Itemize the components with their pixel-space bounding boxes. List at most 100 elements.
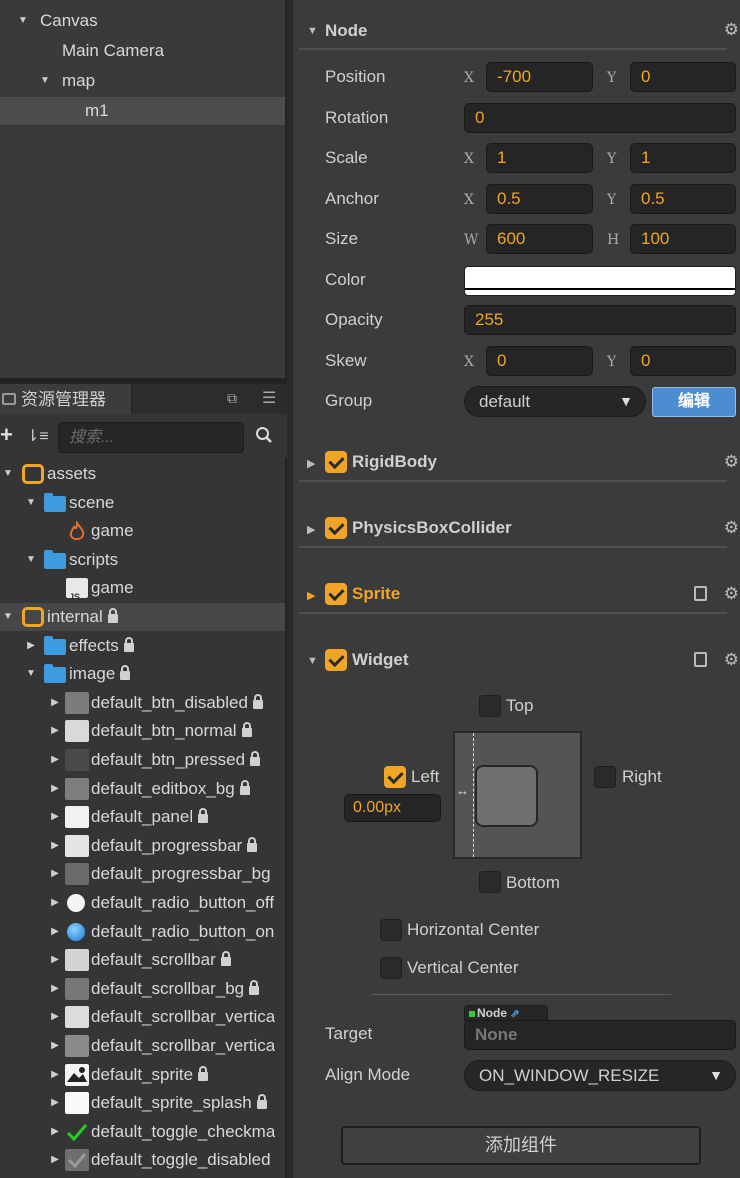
target-field[interactable]: None: [464, 1020, 736, 1050]
expand-arrow-icon[interactable]: ▶: [49, 1003, 61, 1031]
asset-item[interactable]: ▼ internal: [0, 603, 285, 631]
asset-item[interactable]: ▶ default_progressbar_bg: [0, 860, 285, 888]
sort-icon[interactable]: ⇂≡: [26, 426, 49, 446]
skew-x-field[interactable]: 0: [486, 346, 593, 376]
rigidbody-section-header[interactable]: ▶ RigidBody ⚙: [299, 448, 739, 484]
expand-arrow-icon[interactable]: ▶: [49, 1061, 61, 1089]
rigidbody-enabled-checkbox[interactable]: [325, 451, 347, 473]
collapse-arrow-icon[interactable]: ▼: [307, 655, 318, 667]
asset-item[interactable]: ▶ default_scrollbar: [0, 946, 285, 974]
hierarchy-item-m1[interactable]: m1: [0, 97, 285, 125]
expand-arrow-icon[interactable]: ▶: [49, 860, 61, 888]
menu-icon[interactable]: ☰: [262, 388, 276, 408]
asset-item[interactable]: ▶ effects: [0, 632, 285, 660]
asset-item[interactable]: ▶ default_progressbar: [0, 832, 285, 860]
position-y-field[interactable]: 0: [630, 62, 736, 92]
asset-item[interactable]: ▼ scripts: [0, 546, 285, 574]
create-asset-icon[interactable]: +: [0, 422, 13, 448]
gear-icon[interactable]: ⚙: [724, 584, 739, 604]
asset-item[interactable]: ▶ default_panel: [0, 803, 285, 831]
size-w-field[interactable]: 600: [486, 224, 593, 254]
widget-left-value-field[interactable]: 0.00px: [344, 794, 441, 822]
popout-icon[interactable]: ⧉: [227, 390, 237, 407]
asset-item[interactable]: ▶ default_scrollbar_vertica: [0, 1032, 285, 1060]
color-swatch[interactable]: [464, 266, 736, 296]
asset-item[interactable]: ▶ default_toggle_disabled: [0, 1146, 285, 1174]
expand-arrow-icon[interactable]: ▶: [49, 918, 61, 946]
gear-icon[interactable]: ⚙: [724, 518, 739, 538]
expand-arrow-icon[interactable]: ▶: [49, 1146, 61, 1174]
asset-item[interactable]: ▶ default_sprite: [0, 1061, 285, 1089]
physicsboxcollider-section-header[interactable]: ▶ PhysicsBoxCollider ⚙: [299, 514, 739, 550]
group-select[interactable]: default ▼: [464, 386, 646, 417]
widget-section-header[interactable]: ▼ Widget ⚙: [299, 646, 739, 682]
asset-item[interactable]: ▶ default_radio_button_on: [0, 918, 285, 946]
expand-arrow-icon[interactable]: ▶: [49, 975, 61, 1003]
gear-icon[interactable]: ⚙: [724, 650, 739, 670]
expand-arrow-icon[interactable]: ▶: [307, 523, 315, 536]
collapse-arrow-icon[interactable]: ▼: [25, 546, 37, 574]
asset-item[interactable]: ▶ default_toggle_checkma: [0, 1118, 285, 1146]
widget-vertical-center-checkbox[interactable]: [380, 957, 402, 979]
search-icon[interactable]: [255, 426, 273, 444]
scale-y-field[interactable]: 1: [630, 143, 736, 173]
edit-group-button[interactable]: 编辑: [652, 387, 736, 417]
widget-bottom-checkbox[interactable]: [479, 871, 501, 893]
widget-top-checkbox[interactable]: [479, 695, 501, 717]
expand-arrow-icon[interactable]: ▶: [49, 832, 61, 860]
expand-arrow-icon[interactable]: ▶: [49, 746, 61, 774]
node-section-header[interactable]: ▼ Node ⚙: [299, 14, 739, 50]
asset-item[interactable]: ▶ default_scrollbar_bg: [0, 975, 285, 1003]
collapse-arrow-icon[interactable]: ▼: [25, 489, 37, 517]
expand-arrow-icon[interactable]: ▶: [49, 946, 61, 974]
add-component-button[interactable]: 添加组件: [341, 1126, 701, 1165]
expand-arrow-icon[interactable]: ▼: [38, 67, 52, 95]
expand-arrow-icon[interactable]: ▶: [307, 457, 315, 470]
align-mode-select[interactable]: ON_WINDOW_RESIZE ▼: [464, 1060, 736, 1091]
expand-arrow-icon[interactable]: ▶: [49, 689, 61, 717]
sprite-enabled-checkbox[interactable]: [325, 583, 347, 605]
asset-item[interactable]: JS game: [0, 574, 285, 602]
help-book-icon[interactable]: [694, 652, 707, 667]
widget-horizontal-center-checkbox[interactable]: [380, 919, 402, 941]
scale-x-field[interactable]: 1: [486, 143, 593, 173]
asset-item[interactable]: ▼ image: [0, 660, 285, 688]
expand-arrow-icon[interactable]: ▶: [49, 717, 61, 745]
collapse-arrow-icon[interactable]: ▼: [307, 25, 318, 37]
rotation-field[interactable]: 0: [464, 103, 736, 133]
collapse-arrow-icon[interactable]: ▼: [2, 603, 14, 631]
asset-item[interactable]: ▶ default_radio_button_off: [0, 889, 285, 917]
asset-item[interactable]: ▶ default_sprite_splash: [0, 1089, 285, 1117]
expand-arrow-icon[interactable]: ▶: [49, 775, 61, 803]
collapse-arrow-icon[interactable]: ▼: [25, 660, 37, 688]
asset-item[interactable]: ▼ assets: [0, 460, 285, 488]
asset-search-input[interactable]: 搜索...: [58, 422, 244, 453]
widget-enabled-checkbox[interactable]: [325, 649, 347, 671]
collapse-arrow-icon[interactable]: ▼: [2, 460, 14, 488]
skew-y-field[interactable]: 0: [630, 346, 736, 376]
hierarchy-item-map[interactable]: ▼ map: [0, 67, 285, 95]
help-book-icon[interactable]: [694, 586, 707, 601]
hierarchy-item-main-camera[interactable]: Main Camera: [0, 37, 285, 65]
hierarchy-item-canvas[interactable]: ▼ Canvas: [0, 7, 285, 35]
opacity-field[interactable]: 255: [464, 305, 736, 335]
asset-item[interactable]: ▶ default_btn_pressed: [0, 746, 285, 774]
expand-arrow-icon[interactable]: ▶: [49, 889, 61, 917]
size-h-field[interactable]: 100: [630, 224, 736, 254]
asset-item[interactable]: ▶ default_editbox_bg: [0, 775, 285, 803]
asset-item[interactable]: ▶ default_scrollbar_vertica: [0, 1003, 285, 1031]
gear-icon[interactable]: ⚙: [724, 452, 739, 472]
expand-arrow-icon[interactable]: ▶: [49, 1118, 61, 1146]
asset-item[interactable]: ▶ default_btn_normal: [0, 717, 285, 745]
asset-item[interactable]: ▶ default_btn_disabled: [0, 689, 285, 717]
expand-arrow-icon[interactable]: ▶: [307, 589, 315, 602]
expand-arrow-icon[interactable]: ▼: [16, 7, 30, 35]
position-x-field[interactable]: -700: [486, 62, 593, 92]
expand-arrow-icon[interactable]: ▶: [49, 1089, 61, 1117]
tab-assets[interactable]: 资源管理器: [0, 384, 132, 414]
asset-item[interactable]: game: [0, 517, 285, 545]
widget-right-checkbox[interactable]: [594, 766, 616, 788]
expand-arrow-icon[interactable]: ▶: [49, 1032, 61, 1060]
expand-arrow-icon[interactable]: ▶: [25, 632, 37, 660]
asset-item[interactable]: ▼ scene: [0, 489, 285, 517]
